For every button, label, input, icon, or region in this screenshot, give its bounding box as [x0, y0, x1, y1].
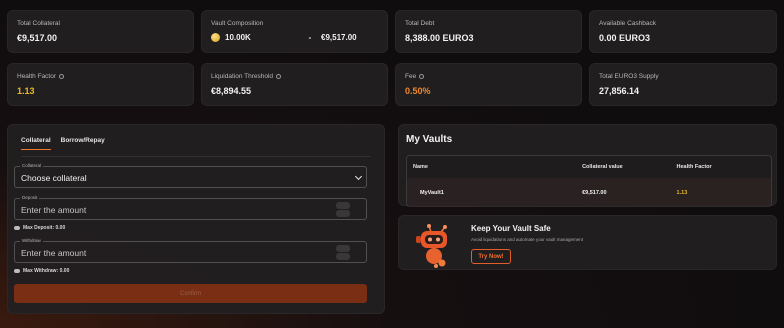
stat-card-fee: Fee 0.50%: [395, 63, 582, 106]
stat-label: Health Factor: [17, 73, 57, 80]
withdraw-input[interactable]: Withdraw Enter the amount: [14, 238, 367, 263]
column-name: Name: [413, 164, 428, 170]
table-row[interactable]: MyVault1 €9,517.00 1.13: [407, 178, 771, 206]
collateral-select[interactable]: Collateral Choose collateral: [14, 163, 367, 188]
separator: -: [308, 33, 312, 42]
max-withdraw-text: Max Withdraw: 0.00: [23, 268, 70, 274]
stat-label-row: Fee: [405, 73, 425, 80]
collateral-select-value: Choose collateral: [21, 173, 87, 183]
vault-collateral: €9,517.00: [582, 190, 607, 196]
max-deposit-text: Max Deposit: 0.00: [23, 225, 66, 231]
stat-value: 0.50%: [405, 86, 431, 96]
stat-label: Liquidation Threshold: [211, 73, 274, 80]
max-withdraw: Max Withdraw: 0.00: [14, 268, 69, 274]
stat-value: 0.00 EURO3: [599, 33, 651, 43]
stat-card-liquidation-threshold: Liquidation Threshold €8,894.55: [201, 63, 388, 106]
stepper-up[interactable]: [336, 245, 350, 252]
withdraw-stepper[interactable]: [336, 245, 350, 260]
promo-title: Keep Your Vault Safe: [471, 224, 551, 233]
my-vaults-panel: My Vaults Name Collateral value Health F…: [398, 124, 777, 207]
promo-subtitle: Avoid liquidations and automate your vau…: [471, 237, 583, 242]
wallet-icon: [14, 226, 20, 230]
stat-card-available-cashback: Available Cashback 0.00 EURO3: [589, 10, 777, 53]
max-deposit: Max Deposit: 0.00: [14, 225, 65, 231]
stat-card-health-factor: Health Factor 1.13: [7, 63, 194, 106]
vault-name: MyVault1: [420, 190, 444, 196]
deposit-placeholder: Enter the amount: [21, 205, 87, 215]
collateral-field-label: Collateral: [20, 163, 44, 168]
stat-value: 8,388.00 EURO3: [405, 33, 474, 43]
stat-label-row: Liquidation Threshold: [211, 73, 282, 80]
chevron-down-icon: [354, 172, 363, 181]
stat-value: 27,856.14: [599, 86, 640, 96]
stepper-down[interactable]: [336, 253, 350, 260]
fiat-amount: €9,517.00: [321, 33, 357, 42]
stepper-up[interactable]: [336, 202, 350, 209]
stat-label: Total Debt: [405, 20, 435, 27]
collateral-form-panel: Collateral Borrow/Repay Collateral Choos…: [7, 124, 385, 314]
info-icon[interactable]: [419, 74, 425, 79]
stat-label: Fee: [405, 73, 417, 80]
column-health: Health Factor: [676, 164, 712, 170]
deposit-input[interactable]: Deposit Enter the amount: [14, 195, 367, 220]
robot-mascot-icon: [416, 224, 447, 268]
deposit-stepper[interactable]: [336, 202, 350, 217]
stat-value: €9,517.00: [17, 33, 58, 43]
vault-health: 1.13: [676, 190, 688, 196]
column-collateral: Collateral value: [582, 164, 623, 170]
table-header: Name Collateral value Health Factor: [407, 156, 771, 178]
vault-composition-row: 10.00K - €9,517.00: [211, 33, 378, 42]
tab-divider: [21, 156, 371, 157]
stat-label-row: Health Factor: [17, 73, 65, 80]
stat-label: Available Cashback: [599, 20, 656, 27]
stat-label: Vault Composition: [211, 20, 264, 27]
withdraw-field-label: Withdraw: [20, 238, 43, 243]
stat-label: Total Collateral: [17, 20, 60, 27]
withdraw-placeholder: Enter the amount: [21, 248, 87, 258]
vaults-table: Name Collateral value Health Factor MyVa…: [406, 155, 772, 207]
coin-amount: 10.00K: [225, 33, 251, 42]
promo-panel: Keep Your Vault Safe Avoid liquidations …: [398, 215, 777, 270]
stat-card-total-debt: Total Debt 8,388.00 EURO3: [395, 10, 582, 53]
vaults-title: My Vaults: [406, 134, 453, 145]
try-now-button[interactable]: Try Now!: [471, 249, 511, 264]
confirm-button[interactable]: Confirm: [14, 284, 367, 303]
coin-icon: [211, 33, 220, 42]
stat-card-total-collateral: Total Collateral €9,517.00: [7, 10, 194, 53]
stat-card-total-supply: Total EURO3 Supply 27,856.14: [589, 63, 777, 106]
stat-card-vault-composition: Vault Composition 10.00K - €9,517.00: [201, 10, 388, 53]
tab-borrow-repay[interactable]: Borrow/Repay: [61, 137, 105, 150]
wallet-icon: [14, 269, 20, 273]
tab-collateral[interactable]: Collateral: [21, 137, 51, 150]
info-icon[interactable]: [276, 74, 282, 79]
stepper-down[interactable]: [336, 210, 350, 217]
stat-value: €8,894.55: [211, 86, 252, 96]
info-icon[interactable]: [59, 74, 65, 79]
stat-label: Total EURO3 Supply: [599, 73, 659, 80]
deposit-field-label: Deposit: [20, 195, 40, 200]
form-tabs: Collateral Borrow/Repay: [21, 137, 105, 150]
stat-value: 1.13: [17, 86, 35, 96]
